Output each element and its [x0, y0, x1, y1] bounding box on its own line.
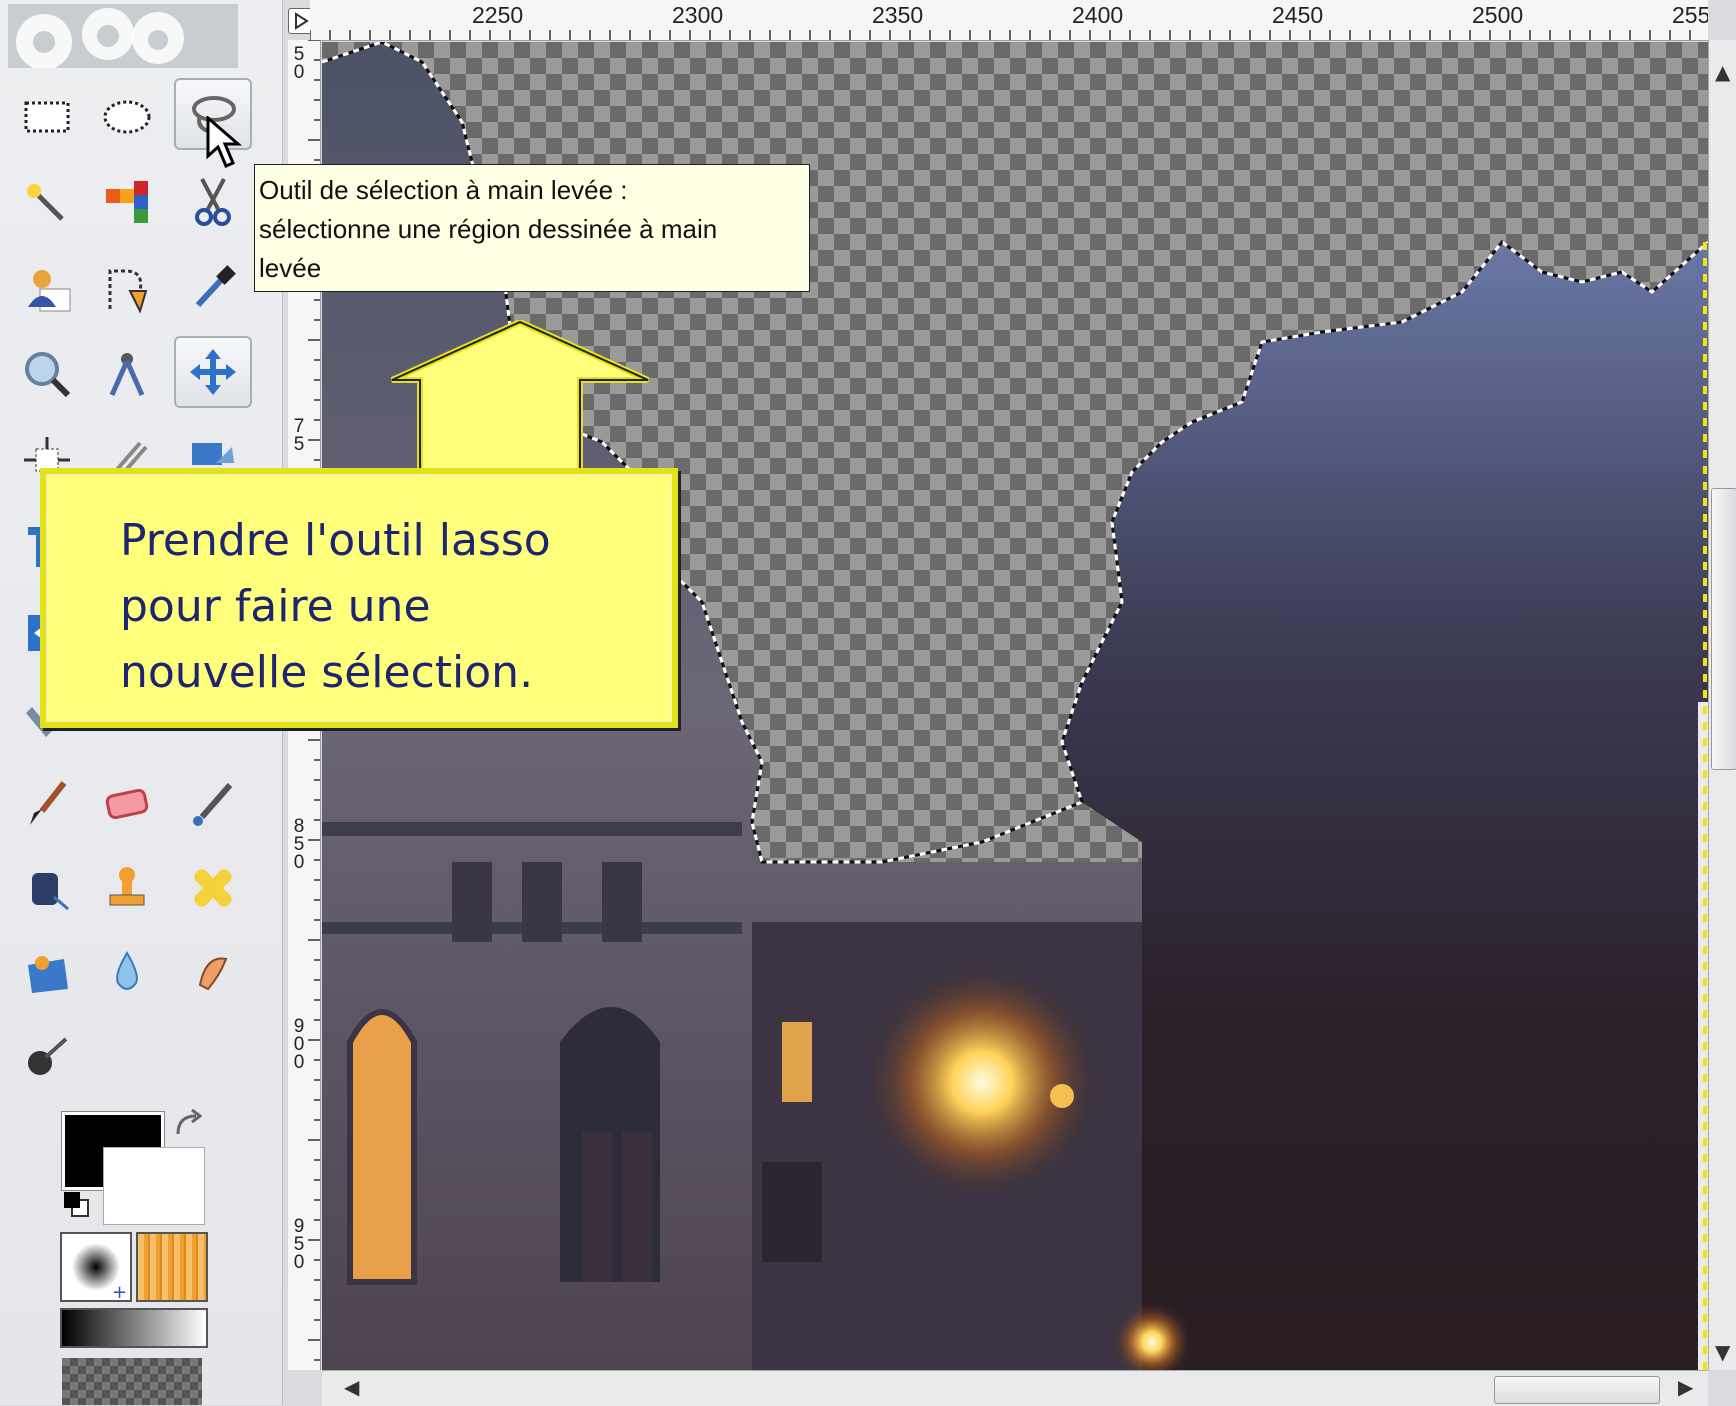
vertical-scroll-thumb[interactable]: [1711, 488, 1736, 770]
ink-icon: [32, 873, 69, 911]
tool-dodge-burn[interactable]: [8, 1020, 86, 1092]
tool-fuzzy-select[interactable]: [8, 166, 86, 238]
rect-select-icon: [24, 101, 70, 133]
tool-select-by-color[interactable]: [88, 166, 166, 238]
scroll-right-arrow-icon[interactable]: ▶: [1678, 1375, 1693, 1399]
color-picker-icon: [195, 265, 236, 308]
ruler-label: 255: [1672, 2, 1708, 28]
scroll-up-arrow-icon[interactable]: ▲: [1715, 60, 1730, 84]
ruler-label: 7 5: [293, 416, 305, 455]
dodge-burn-icon: [28, 1037, 68, 1075]
tool-airbrush[interactable]: [174, 768, 252, 840]
tool-eraser[interactable]: [88, 768, 166, 840]
airbrush-icon: [193, 783, 233, 826]
tool-ellipse-select[interactable]: [88, 80, 166, 152]
tool-blur[interactable]: [88, 936, 166, 1008]
horizontal-scrollbar[interactable]: ◀ ▶: [322, 1370, 1708, 1406]
move-icon: [190, 349, 236, 395]
tooltip-line: levée: [259, 253, 322, 283]
horizontal-ruler[interactable]: 2250 2300 2350 2400 2450 2500 255: [310, 0, 1708, 41]
pattern-preview[interactable]: [136, 1232, 208, 1302]
tool-tooltip: Outil de sélection à main levée : sélect…: [254, 164, 810, 292]
scissors-select-icon: [195, 178, 231, 226]
clone-icon: [109, 867, 145, 906]
measure-icon: [109, 353, 145, 397]
ruler-label: 8 5 0: [293, 816, 305, 873]
select-by-color-icon: [106, 181, 148, 223]
tool-color-picker[interactable]: [174, 252, 252, 324]
horizontal-scroll-thumb[interactable]: [1494, 1376, 1660, 1404]
ruler-label: 2250: [472, 2, 524, 28]
vertical-scrollbar[interactable]: ▲ ▼: [1708, 40, 1736, 1370]
brush-preview[interactable]: +: [60, 1232, 132, 1303]
svg-text:+: +: [112, 1282, 127, 1300]
paintbrush-icon: [30, 781, 67, 825]
tool-foreground-select[interactable]: [8, 252, 86, 324]
mouse-cursor-icon: [206, 116, 243, 168]
callout-line: nouvelle sélection.: [120, 647, 534, 698]
paths-icon: [108, 269, 148, 314]
ruler-label: 5 0: [293, 44, 305, 83]
zoom-icon: [25, 352, 71, 398]
smudge-icon: [198, 957, 228, 991]
blur-icon: [116, 951, 138, 990]
tool-rect-select[interactable]: [8, 80, 86, 152]
heal-icon: [194, 869, 232, 907]
eraser-icon: [105, 788, 149, 820]
callout-arrow-icon: [390, 320, 650, 480]
ruler-label: 9 0 0: [293, 1016, 305, 1073]
image-thumbnail[interactable]: [62, 1358, 202, 1405]
swap-colors-icon[interactable]: [172, 1108, 206, 1142]
tooltip-line: Outil de sélection à main levée :: [259, 175, 628, 205]
tool-paintbrush[interactable]: [8, 768, 86, 840]
ruler-label: 2400: [1072, 2, 1124, 28]
ruler-label: 2500: [1472, 2, 1524, 28]
tool-measure[interactable]: [88, 338, 166, 410]
tool-smudge[interactable]: [174, 936, 252, 1008]
ruler-label: 2350: [872, 2, 924, 28]
scroll-down-arrow-icon[interactable]: ▼: [1715, 1340, 1730, 1364]
tool-zoom[interactable]: [8, 338, 86, 410]
background-color-swatch[interactable]: [103, 1147, 205, 1225]
perspective-clone-icon: [28, 956, 68, 993]
tool-heal[interactable]: [174, 852, 252, 924]
foreground-select-icon: [28, 270, 71, 312]
instruction-callout: Prendre l'outil lasso pour faire une nou…: [40, 468, 678, 728]
scroll-left-arrow-icon[interactable]: ◀: [344, 1375, 359, 1399]
tool-scissors-select[interactable]: [174, 166, 252, 238]
ellipse-select-icon: [103, 100, 151, 134]
brush-icon: +: [72, 1243, 127, 1303]
callout-line: pour faire une: [120, 581, 431, 632]
ruler-label: 2300: [672, 2, 724, 28]
ruler-label: 2450: [1272, 2, 1324, 28]
tool-clone[interactable]: [88, 852, 166, 924]
tool-perspective-clone[interactable]: [8, 936, 86, 1008]
tooltip-line: sélectionne une région dessinée à main: [259, 214, 718, 244]
gradient-preview[interactable]: [60, 1308, 208, 1348]
tool-ink[interactable]: [8, 852, 86, 924]
wilber-logo-icon: [8, 4, 238, 68]
fuzzy-select-icon: [27, 184, 64, 221]
callout-line: Prendre l'outil lasso: [120, 515, 551, 566]
tool-paths[interactable]: [88, 252, 166, 324]
tool-move[interactable]: [174, 336, 252, 408]
ruler-label: 9 5 0: [293, 1216, 305, 1273]
default-colors-icon[interactable]: [62, 1190, 92, 1220]
